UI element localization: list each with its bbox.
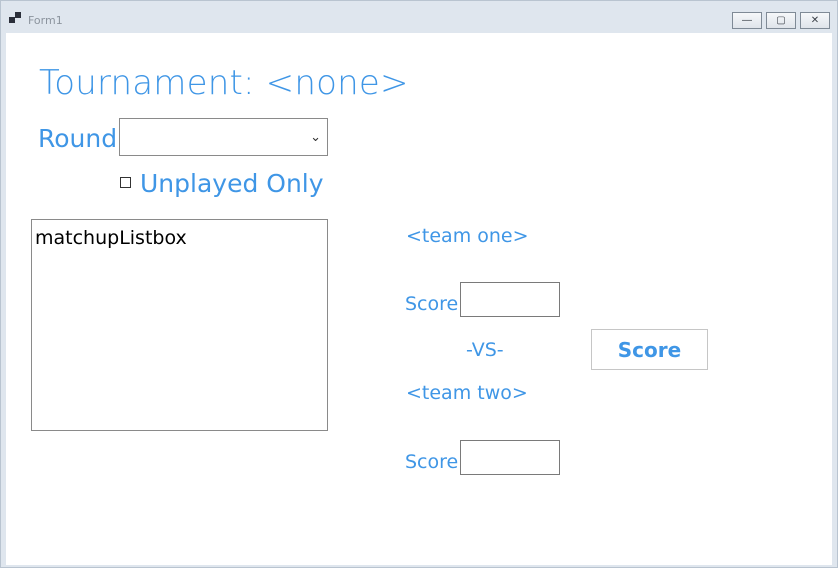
list-item[interactable]: matchupListbox: [35, 227, 187, 249]
unplayed-only-checkbox[interactable]: [120, 177, 131, 188]
score-button[interactable]: Score: [591, 329, 708, 370]
title-bar[interactable]: Form1 — ▢ ✕: [1, 1, 837, 33]
round-dropdown[interactable]: ⌄: [119, 118, 328, 156]
team-one-score-label: Score: [405, 293, 459, 315]
vs-label: -VS-: [466, 339, 504, 361]
maximize-button[interactable]: ▢: [766, 12, 796, 29]
matchup-listbox[interactable]: matchupListbox: [31, 219, 328, 431]
team-one-name-label: <team one>: [406, 225, 529, 247]
window-title: Form1: [28, 14, 63, 27]
form-client-area: Tournament: <none> Round ⌄ Unplayed Only…: [6, 33, 832, 565]
close-button[interactable]: ✕: [800, 12, 830, 29]
tournament-name-label: Tournament: <none>: [39, 63, 409, 103]
app-window: Form1 — ▢ ✕ Tournament: <none> Round ⌄ U…: [0, 0, 838, 568]
unplayed-only-label[interactable]: Unplayed Only: [140, 169, 324, 198]
team-one-score-input[interactable]: [460, 282, 560, 317]
chevron-down-icon: ⌄: [310, 129, 321, 144]
maximize-icon: ▢: [776, 15, 786, 26]
app-icon: [9, 12, 21, 24]
team-two-name-label: <team two>: [406, 382, 528, 404]
close-icon: ✕: [810, 15, 820, 26]
minimize-button[interactable]: —: [732, 12, 762, 29]
team-two-score-label: Score: [405, 451, 459, 473]
minimize-icon: —: [742, 15, 752, 26]
team-two-score-input[interactable]: [460, 440, 560, 475]
round-label: Round: [38, 124, 118, 153]
